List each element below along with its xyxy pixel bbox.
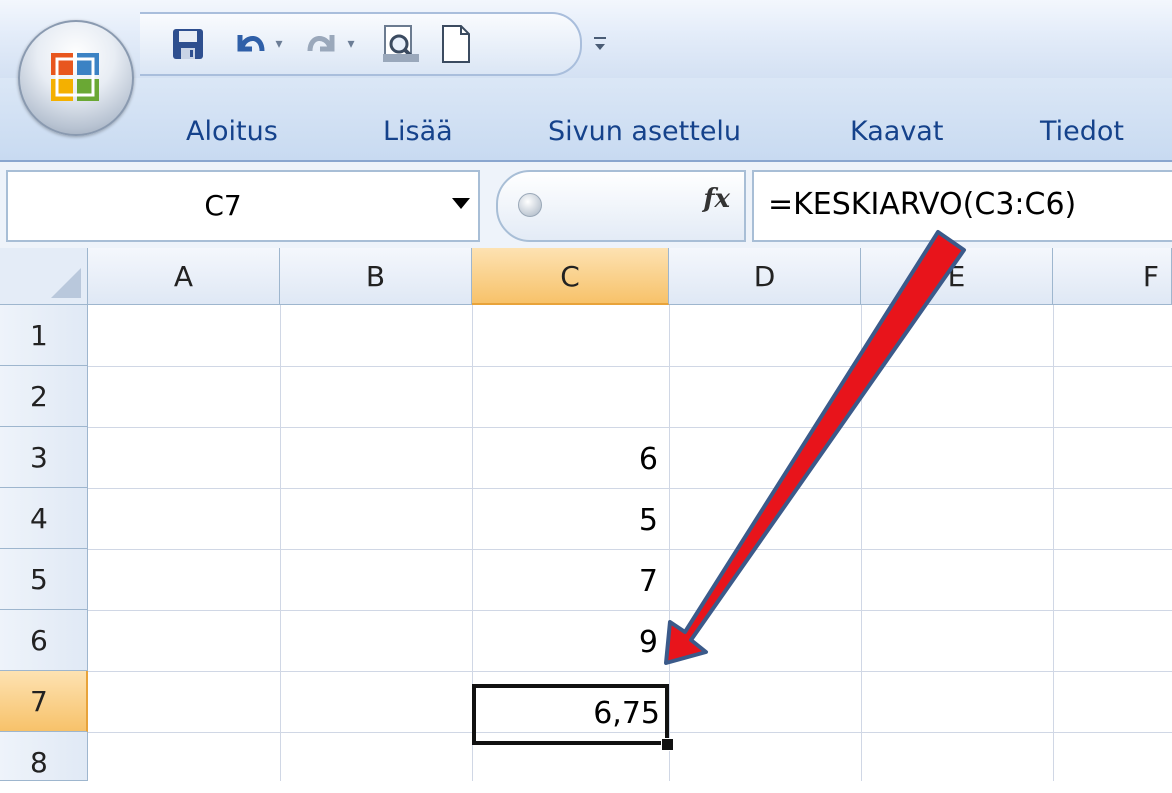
quick-access-toolbar: ▾ ▾ bbox=[140, 12, 606, 76]
insert-function-area: fx bbox=[496, 170, 746, 242]
row-header-1[interactable]: 1 bbox=[0, 305, 88, 366]
formula-text: =KESKIARVO(C3:C6) bbox=[768, 187, 1077, 222]
row-header-7[interactable]: 7 bbox=[0, 671, 88, 732]
cell-c3[interactable]: 6 bbox=[468, 442, 658, 477]
grid-line bbox=[88, 427, 1172, 428]
tab-lisaa[interactable]: Lisää bbox=[383, 116, 453, 147]
fill-handle[interactable] bbox=[661, 738, 674, 751]
name-box[interactable]: C7 bbox=[6, 170, 480, 242]
chevron-down-icon[interactable] bbox=[452, 198, 470, 209]
ribbon-tab-row: Aloitus Lisää Sivun asettelu Kaavat Tied… bbox=[0, 78, 1172, 162]
column-header-c[interactable]: C bbox=[472, 248, 669, 305]
print-preview-icon[interactable] bbox=[376, 24, 426, 64]
office-button[interactable] bbox=[18, 20, 134, 136]
cell-c6[interactable]: 9 bbox=[468, 625, 658, 660]
tab-sivun-asettelu[interactable]: Sivun asettelu bbox=[548, 116, 741, 147]
name-box-value: C7 bbox=[204, 189, 242, 222]
grid-line bbox=[88, 488, 1172, 489]
cell-c4[interactable]: 5 bbox=[468, 503, 658, 538]
tab-aloitus[interactable]: Aloitus bbox=[186, 116, 278, 147]
tab-kaavat[interactable]: Kaavat bbox=[850, 116, 943, 147]
undo-dropdown-icon[interactable]: ▾ bbox=[270, 24, 288, 64]
column-header-b[interactable]: B bbox=[280, 248, 472, 305]
cell-c5[interactable]: 7 bbox=[468, 564, 658, 599]
formula-bar: C7 fx =KESKIARVO(C3:C6) bbox=[0, 162, 1172, 250]
grid-line bbox=[88, 610, 1172, 611]
active-cell-c7[interactable]: 6,75 bbox=[472, 684, 669, 745]
row-header-4[interactable]: 4 bbox=[0, 488, 88, 549]
expand-handle-icon[interactable] bbox=[518, 193, 542, 217]
grid-line bbox=[1053, 305, 1054, 781]
formula-input[interactable]: =KESKIARVO(C3:C6) bbox=[752, 170, 1172, 242]
grid-line bbox=[88, 549, 1172, 550]
office-logo-icon bbox=[51, 53, 99, 101]
redo-icon[interactable] bbox=[302, 24, 342, 64]
column-header-e[interactable]: E bbox=[861, 248, 1053, 305]
select-all-button[interactable] bbox=[0, 248, 88, 305]
row-header-8[interactable]: 8 bbox=[0, 732, 88, 781]
worksheet-grid[interactable]: A B C D E F 1 2 3 4 5 6 7 8 6 5 7 9 6,75 bbox=[0, 248, 1172, 781]
new-document-icon[interactable] bbox=[436, 24, 476, 64]
tab-tiedot[interactable]: Tiedot bbox=[1040, 116, 1124, 147]
column-header-d[interactable]: D bbox=[669, 248, 861, 305]
grid-line bbox=[861, 305, 862, 781]
column-header-f[interactable]: F bbox=[1053, 248, 1172, 305]
row-header-3[interactable]: 3 bbox=[0, 427, 88, 488]
save-icon[interactable] bbox=[168, 24, 208, 64]
row-header-2[interactable]: 2 bbox=[0, 366, 88, 427]
row-header-5[interactable]: 5 bbox=[0, 549, 88, 610]
redo-dropdown-icon[interactable]: ▾ bbox=[342, 24, 360, 64]
grid-line bbox=[88, 366, 1172, 367]
grid-line bbox=[280, 305, 281, 781]
customize-icon[interactable] bbox=[590, 24, 610, 64]
grid-line bbox=[669, 305, 670, 781]
column-header-a[interactable]: A bbox=[88, 248, 280, 305]
grid-line bbox=[88, 671, 1172, 672]
title-bar: ▾ ▾ bbox=[0, 0, 1172, 136]
row-header-6[interactable]: 6 bbox=[0, 610, 88, 671]
undo-icon[interactable] bbox=[230, 24, 270, 64]
insert-function-button[interactable]: fx bbox=[703, 184, 730, 214]
cell-c7: 6,75 bbox=[593, 696, 660, 731]
